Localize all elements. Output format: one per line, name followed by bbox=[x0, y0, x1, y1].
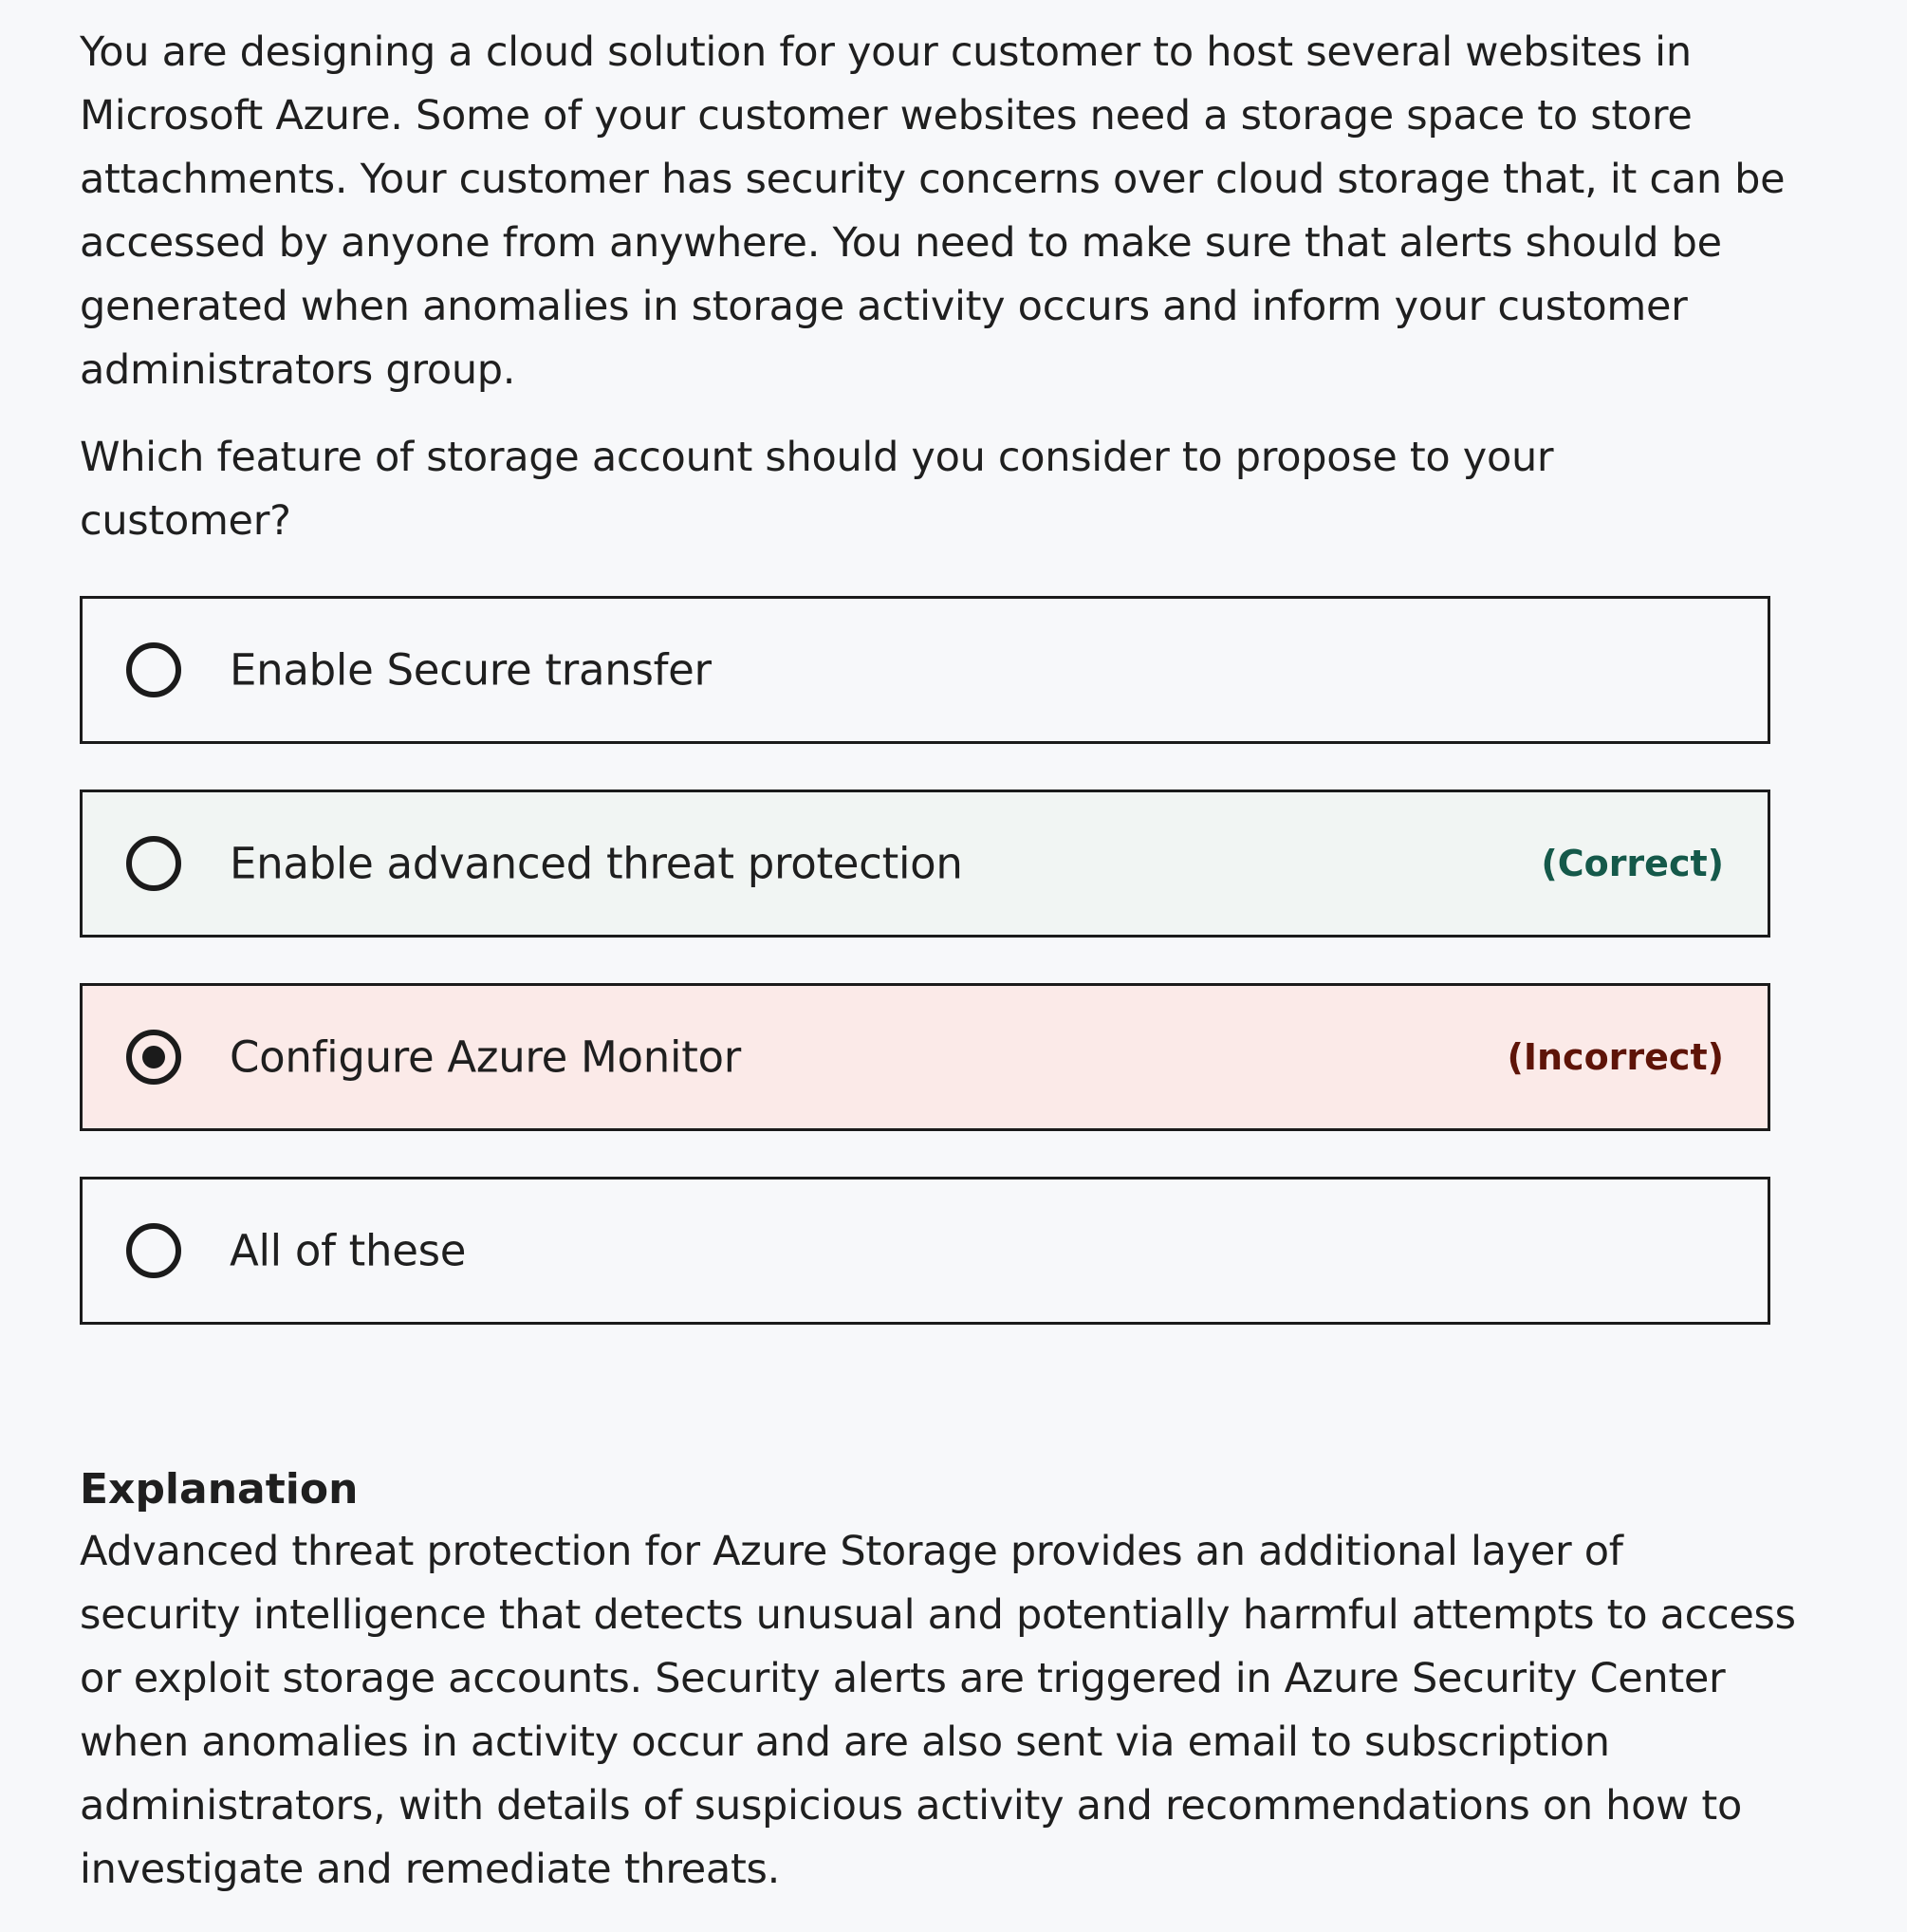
question-prompt: Which feature of storage account should … bbox=[80, 434, 1554, 545]
radio-button-unselected[interactable] bbox=[126, 836, 181, 891]
incorrect-badge: (Incorrect) bbox=[1507, 1036, 1724, 1078]
option-label: Enable advanced threat protection bbox=[230, 838, 963, 889]
radio-button-unselected[interactable] bbox=[126, 1223, 181, 1278]
option-all-of-these[interactable]: All of these bbox=[80, 1177, 1770, 1325]
correct-badge: (Correct) bbox=[1541, 843, 1724, 884]
option-enable-secure-transfer[interactable]: Enable Secure transfer bbox=[80, 596, 1770, 744]
radio-selected-dot-icon bbox=[142, 1046, 165, 1068]
explanation-text: Advanced threat protection for Azure Sto… bbox=[80, 1528, 1796, 1893]
radio-button-selected[interactable] bbox=[126, 1030, 181, 1085]
explanation-section: Explanation Advanced threat protection f… bbox=[80, 1459, 1825, 1902]
option-enable-advanced-threat-protection[interactable]: Enable advanced threat protection (Corre… bbox=[80, 790, 1770, 938]
radio-button-unselected[interactable] bbox=[126, 642, 181, 697]
answer-options: Enable Secure transfer Enable advanced t… bbox=[80, 596, 1770, 1370]
question-block: You are designing a cloud solution for y… bbox=[80, 21, 1806, 553]
option-label: All of these bbox=[230, 1225, 467, 1276]
explanation-title: Explanation bbox=[80, 1465, 359, 1514]
option-label: Enable Secure transfer bbox=[230, 644, 712, 696]
option-configure-azure-monitor[interactable]: Configure Azure Monitor (Incorrect) bbox=[80, 983, 1770, 1131]
option-label: Configure Azure Monitor bbox=[230, 1031, 741, 1083]
quiz-page: You are designing a cloud solution for y… bbox=[0, 0, 1907, 1932]
question-scenario: You are designing a cloud solution for y… bbox=[80, 28, 1786, 394]
